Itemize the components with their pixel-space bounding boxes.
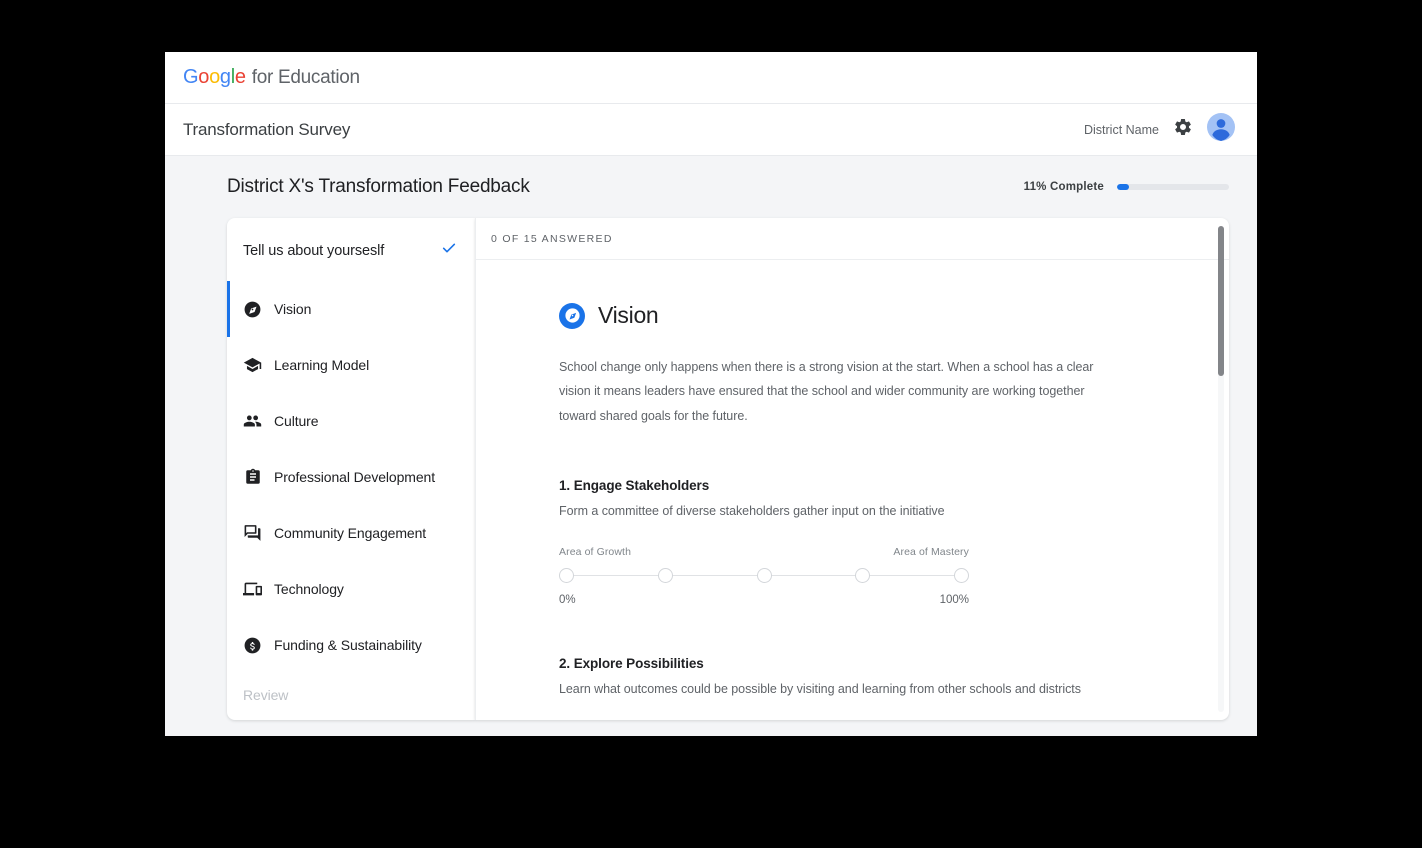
sidebar-intro-label: Tell us about yourseslf [243, 242, 385, 259]
progress-bar [1117, 184, 1229, 190]
logo-letter-g2: g [219, 66, 231, 88]
sidebar-item-label: Learning Model [274, 357, 370, 373]
page-header: District X's Transformation Feedback 11%… [165, 156, 1257, 218]
scale-option-2[interactable] [657, 567, 673, 583]
dollar-circle-icon [243, 636, 262, 655]
question-title: 2. Explore Possibilities [559, 656, 704, 672]
google-for-education-logo[interactable]: Google for Education [183, 66, 360, 89]
avatar[interactable] [1207, 113, 1235, 146]
scale-option-4[interactable] [855, 567, 871, 583]
sidebar-item-technology[interactable]: Technology [227, 561, 475, 617]
sidebar-nav-list: Vision Learning Model Culture Professional … [227, 281, 475, 673]
logo-letter-o2: o [209, 66, 220, 88]
sidebar-item-learning-model[interactable]: Learning Model [227, 337, 475, 393]
section-title: Vision [598, 302, 659, 328]
brand-bar: Google for Education [165, 52, 1257, 104]
question-description: Learn what outcomes could be possible by… [559, 682, 1081, 697]
section-heading: Vision [559, 302, 1169, 329]
app-window: Google for Education Transformation Surv… [165, 52, 1257, 736]
section-description: School change only happens when there is… [559, 360, 1094, 423]
content-panel: 0 OF 15 ANSWERED Vision School change on… [475, 218, 1229, 720]
progress-label: 11% Complete [1024, 181, 1104, 193]
logo-letter-g1: G [183, 66, 199, 88]
scale-track [559, 567, 969, 583]
progress-complete-text: Complete [1050, 181, 1104, 193]
sidebar-item-vision[interactable]: Vision [227, 281, 475, 337]
app-bar-actions: District Name [1084, 113, 1235, 146]
question-description: Form a committee of diverse stakeholders… [559, 504, 945, 519]
logo-letter-o1: o [198, 66, 210, 88]
question-block: 2. Explore Possibilities Learn what outco… [559, 656, 1169, 719]
question-title: 1. Engage Stakeholders [559, 478, 710, 494]
sidebar-item-label: Professional Development [274, 469, 436, 485]
sidebar-item-label: Community Engagement [274, 525, 427, 541]
gear-icon[interactable] [1173, 117, 1193, 142]
question-block: 1. Engage Stakeholders Form a committee o… [559, 478, 1169, 606]
sidebar-item-tell-us-about-yourself[interactable]: Tell us about yourseslf [227, 218, 475, 281]
sidebar-item-community-engagement[interactable]: Community Engagement [227, 505, 475, 561]
devices-icon [243, 580, 262, 599]
sidebar-item-label: Vision [274, 301, 312, 317]
scale-label-right: Area of Mastery [893, 546, 969, 559]
scrollbar[interactable] [1218, 226, 1224, 712]
scale-option-1[interactable] [559, 567, 574, 583]
sidebar-item-label: Funding & Sustainability [274, 637, 422, 653]
sidebar-item-label: Technology [274, 581, 344, 597]
page-title: District X's Transformation Feedback [227, 176, 530, 197]
scale-percent-left: 0% [559, 594, 576, 607]
answered-status: 0 OF 15 ANSWERED [491, 232, 613, 245]
scale-label-left: Area of Growth [559, 546, 632, 559]
body-row: Tell us about yourseslf Vision Learning M… [165, 218, 1257, 720]
district-name-label: District Name [1083, 122, 1159, 137]
scale-option-3[interactable] [756, 567, 772, 583]
sidebar-item-professional-development[interactable]: Professional Development [227, 449, 475, 505]
graduation-cap-icon [243, 356, 262, 375]
app-bar: Transformation Survey District Name [165, 104, 1257, 156]
chat-bubbles-icon [243, 524, 262, 543]
compass-icon [243, 300, 262, 319]
clipboard-icon [243, 468, 262, 487]
logo-suffix: for Education [251, 67, 360, 88]
rating-scale: Area of Growth Area of Mastery 0% 100% [559, 546, 969, 606]
app-title: Transformation Survey [183, 119, 351, 139]
scale-end-labels: Area of Growth Area of Mastery [559, 546, 969, 558]
sidebar: Tell us about yourseslf Vision Learning M… [227, 218, 475, 720]
questions-list: 1. Engage Stakeholders Form a committee o… [559, 478, 1169, 719]
scale-percent-right: 100% [939, 594, 969, 607]
sidebar-item-label: Culture [274, 413, 319, 429]
sidebar-item-review[interactable]: Review [227, 673, 475, 717]
scrollbar-thumb[interactable] [1218, 226, 1224, 376]
progress-section: 11% Complete [1024, 181, 1229, 193]
people-icon [243, 412, 262, 431]
compass-icon [559, 302, 585, 329]
scale-percent-labels: 0% 100% [559, 594, 969, 606]
progress-bar-fill [1117, 184, 1130, 190]
sidebar-item-funding-sustainability[interactable]: Funding & Sustainability [227, 617, 475, 673]
logo-letter-e: e [234, 66, 246, 88]
sidebar-item-culture[interactable]: Culture [227, 393, 475, 449]
progress-percent: 11% [1023, 181, 1047, 193]
check-icon [441, 240, 457, 261]
content-scroll-area[interactable]: Vision School change only happens when t… [476, 260, 1229, 719]
scale-option-5[interactable] [954, 567, 969, 583]
content-header: 0 OF 15 ANSWERED [476, 218, 1229, 260]
